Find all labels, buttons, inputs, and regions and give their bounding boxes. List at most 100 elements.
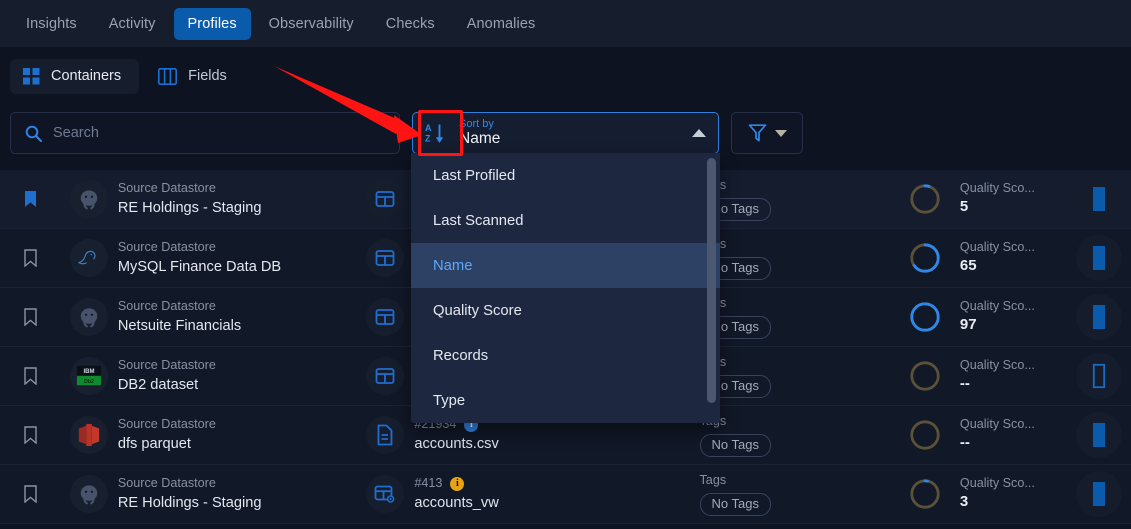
row-datastore-name: DB2 dataset xyxy=(117,376,199,393)
sort-by-value: Name xyxy=(459,130,501,148)
datastore-name-cell: Source Datastore Netsuite Financials xyxy=(118,299,356,335)
bookmark-outline-icon[interactable] xyxy=(24,426,37,444)
info-icon[interactable]: i xyxy=(450,476,465,491)
bookmark-outline-icon[interactable] xyxy=(24,485,37,503)
object-type-icon-cell xyxy=(355,416,414,454)
bookmark-cell[interactable] xyxy=(0,190,61,208)
quality-score-label: Quality Sco... xyxy=(959,476,1035,491)
view-toggle-bar: Containers Fields xyxy=(0,47,1131,105)
records-indicator xyxy=(1075,471,1122,517)
sort-by-option-list: Last Profiled Last Scanned Name Quality … xyxy=(411,153,720,423)
postgresql-logo xyxy=(70,298,109,336)
bookmark-cell[interactable] xyxy=(0,249,61,267)
mysql-logo xyxy=(70,239,109,277)
filter-button[interactable] xyxy=(731,112,803,154)
object-id: #413 xyxy=(414,476,443,491)
row-type-label: Source Datastore xyxy=(117,358,216,373)
quality-score-ring xyxy=(910,361,940,391)
view-toggle-containers[interactable]: Containers xyxy=(10,58,140,94)
quality-score-cell: Quality Sco... -- xyxy=(960,417,1066,452)
nav-tab-activity[interactable]: Activity xyxy=(95,8,170,40)
sort-option-records[interactable]: Records xyxy=(411,333,720,378)
no-tags-pill[interactable]: No Tags xyxy=(699,433,771,457)
quality-ring-cell xyxy=(890,359,960,393)
nav-tab-anomalies[interactable]: Anomalies xyxy=(453,8,550,40)
quality-ring-cell xyxy=(890,182,960,216)
bookmark-filled-icon[interactable] xyxy=(24,190,37,208)
row-datastore-name: MySQL Finance Data DB xyxy=(117,258,282,275)
records-indicator xyxy=(1075,294,1122,340)
datastore-name-cell: Source Datastore DB2 dataset xyxy=(118,358,356,394)
svg-text:IBM: IBM xyxy=(84,369,95,375)
sort-option-last-profiled[interactable]: Last Profiled xyxy=(411,153,720,198)
records-bar-cell xyxy=(1066,353,1131,399)
filter-toolbar: Search A Z Sort by Name Last Profiled La… xyxy=(0,105,1131,423)
quality-score-cell: Quality Sco... 3 xyxy=(960,476,1066,511)
datastore-logo-cell xyxy=(61,298,118,336)
db2-logo: IBM Db2 xyxy=(70,357,109,395)
view-toggle-containers-label: Containers xyxy=(51,68,122,84)
postgresql-logo xyxy=(70,475,109,513)
sort-by-control: A Z Sort by Name Last Profiled Last Scan… xyxy=(411,110,720,423)
sort-by-select[interactable]: A Z Sort by Name xyxy=(412,112,719,154)
search-input[interactable]: Search xyxy=(10,112,400,154)
nav-tab-profiles[interactable]: Profiles xyxy=(173,7,251,40)
sort-option-name[interactable]: Name xyxy=(411,243,720,288)
bookmark-outline-icon[interactable] xyxy=(24,249,37,267)
object-id-row: #413 i xyxy=(414,476,465,492)
sort-by-icon-wrap: A Z xyxy=(413,112,459,154)
table-icon xyxy=(365,239,404,277)
no-tags-pill[interactable]: No Tags xyxy=(699,492,771,516)
redshift-logo xyxy=(70,416,109,454)
svg-text:A: A xyxy=(425,123,432,133)
bookmark-cell[interactable] xyxy=(0,367,61,385)
sort-by-label: Sort by xyxy=(459,118,494,131)
row-type-label: Source Datastore xyxy=(117,299,216,314)
object-cell: #413 i accounts_vw xyxy=(414,476,699,512)
row-datastore-name: RE Holdings - Staging xyxy=(117,494,262,511)
object-type-icon-cell xyxy=(355,180,414,218)
tags-cell: Tags No Tags xyxy=(699,354,890,398)
bookmark-outline-icon[interactable] xyxy=(24,367,37,385)
table-row[interactable]: Source Datastore RE Holdings - Staging #… xyxy=(0,465,1131,524)
chevron-down-icon xyxy=(774,129,787,137)
dropdown-scrollbar[interactable] xyxy=(707,158,716,416)
sort-alpha-down-icon[interactable]: A Z xyxy=(424,121,448,145)
search-icon xyxy=(25,125,42,142)
row-datastore-name: dfs parquet xyxy=(117,435,191,452)
view-toggle-fields-label: Fields xyxy=(188,68,227,84)
bookmark-cell[interactable] xyxy=(0,308,61,326)
dropdown-scrollbar-thumb[interactable] xyxy=(707,158,716,403)
table-icon xyxy=(365,298,404,336)
quality-score-cell: Quality Sco... 65 xyxy=(960,240,1066,275)
object-name: accounts_vw xyxy=(414,494,499,511)
view-toggle-fields[interactable]: Fields xyxy=(145,59,245,94)
object-name: accounts.csv xyxy=(414,435,499,452)
quality-score-cell: Quality Sco... -- xyxy=(960,358,1066,393)
datastore-logo-cell xyxy=(61,416,118,454)
quality-score-label: Quality Sco... xyxy=(959,181,1035,196)
quality-score-cell: Quality Sco... 5 xyxy=(960,181,1066,216)
bookmark-outline-icon[interactable] xyxy=(24,308,37,326)
quality-score-label: Quality Sco... xyxy=(959,358,1035,373)
object-type-icon-cell xyxy=(355,357,414,395)
sort-option-quality-score[interactable]: Quality Score xyxy=(411,288,720,333)
nav-tab-checks[interactable]: Checks xyxy=(372,8,449,40)
top-navigation: Insights Activity Profiles Observability… xyxy=(0,0,1131,47)
quality-score-ring xyxy=(910,243,940,273)
bookmark-cell[interactable] xyxy=(0,485,61,503)
sort-option-last-scanned[interactable]: Last Scanned xyxy=(411,198,720,243)
row-type-label: Source Datastore xyxy=(117,181,216,196)
quality-score-value: 5 xyxy=(959,197,969,215)
nav-tab-observability[interactable]: Observability xyxy=(255,8,368,40)
quality-ring-cell xyxy=(890,477,960,511)
chevron-up-icon[interactable] xyxy=(690,126,708,140)
object-type-icon-cell xyxy=(355,239,414,277)
quality-score-ring xyxy=(910,420,940,450)
bookmark-cell[interactable] xyxy=(0,426,61,444)
quality-score-value: 97 xyxy=(959,315,977,333)
records-bar-cell xyxy=(1066,235,1131,281)
nav-tab-insights[interactable]: Insights xyxy=(12,8,91,40)
quality-ring-cell xyxy=(890,300,960,334)
sort-option-type[interactable]: Type xyxy=(411,378,720,423)
